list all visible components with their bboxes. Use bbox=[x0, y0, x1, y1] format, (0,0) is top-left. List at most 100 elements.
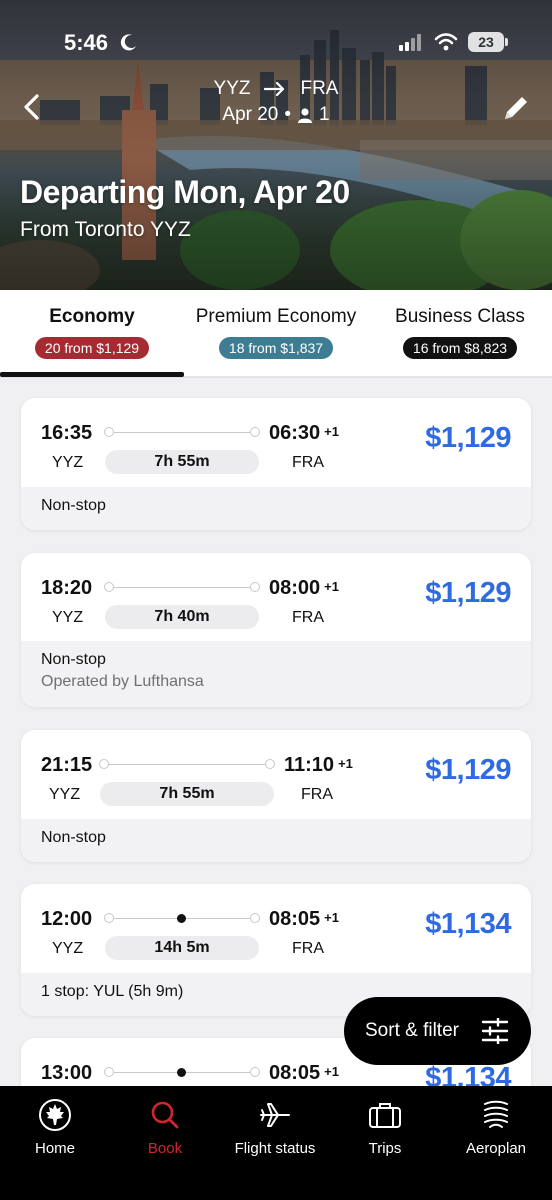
tab-business-class-label: Business Class bbox=[395, 306, 525, 327]
active-tab-indicator bbox=[0, 372, 184, 377]
stop-dot bbox=[177, 1068, 186, 1077]
flight-card[interactable]: 18:20 08:00 +1 YYZ 7h 40m FRA $1,129 Non-… bbox=[21, 553, 531, 707]
arrival-dot bbox=[250, 1067, 260, 1077]
person-icon bbox=[298, 108, 313, 123]
destination-code: FRA bbox=[300, 78, 339, 99]
tab-premium-economy[interactable]: Premium Economy 18 from $1,837 bbox=[184, 306, 368, 359]
tab-economy-label: Economy bbox=[49, 306, 135, 327]
stops-info: Non-stop bbox=[41, 829, 106, 846]
bottom-navigation: Home Book Flight status Trips Aeroplan bbox=[0, 1086, 552, 1200]
day-offset: +1 bbox=[324, 910, 339, 925]
departure-code: YYZ bbox=[52, 609, 84, 626]
maple-leaf-icon bbox=[39, 1099, 71, 1131]
arrival-time: 08:00 +1 bbox=[269, 577, 339, 599]
departure-time: 18:20 bbox=[41, 577, 93, 599]
search-icon bbox=[151, 1101, 179, 1129]
fare-price: $1,129 bbox=[425, 577, 511, 609]
departure-code: YYZ bbox=[52, 454, 84, 471]
arrival-code: FRA bbox=[292, 609, 324, 626]
passenger-count: 1 bbox=[319, 104, 330, 125]
hero-header: 5:46 23 YYZ FRA Apr 20 • 1 Departing Mon… bbox=[0, 0, 552, 290]
departure-dot bbox=[99, 759, 109, 769]
duration-badge: 14h 5m bbox=[105, 936, 259, 960]
moon-icon bbox=[120, 34, 136, 51]
departure-dot bbox=[104, 913, 114, 923]
nav-home-label: Home bbox=[34, 1140, 75, 1157]
page-subtitle: From Toronto YYZ bbox=[20, 218, 191, 241]
arrival-code: FRA bbox=[292, 454, 324, 471]
card-footer: Non-stop bbox=[21, 819, 531, 862]
nav-book-label: Book bbox=[147, 1140, 183, 1157]
card-footer: Non-stop Operated by Lufthansa bbox=[21, 641, 531, 707]
route-line bbox=[109, 764, 265, 765]
cabin-tabs: Economy 20 from $1,129 Premium Economy 1… bbox=[0, 290, 552, 378]
tab-business-class[interactable]: Business Class 16 from $8,823 bbox=[368, 306, 552, 359]
nav-flight-status-label: Flight status bbox=[234, 1140, 316, 1157]
origin-code: YYZ bbox=[213, 78, 251, 99]
tab-premium-economy-summary: 18 from $1,837 bbox=[218, 337, 334, 359]
departure-time: 13:00 bbox=[41, 1062, 93, 1084]
stop-dot bbox=[177, 914, 186, 923]
fare-price: $1,134 bbox=[425, 908, 511, 940]
route-line bbox=[114, 432, 254, 433]
battery-indicator: 23 bbox=[468, 32, 508, 52]
operated-by: Operated by Lufthansa bbox=[41, 673, 204, 690]
sort-filter-label: Sort & filter bbox=[365, 1020, 459, 1041]
suitcase-icon bbox=[369, 1103, 401, 1128]
route-summary: YYZ FRA Apr 20 • 1 bbox=[0, 78, 552, 126]
arrival-code: FRA bbox=[301, 786, 333, 803]
flight-card[interactable]: 16:35 06:30 +1 YYZ 7h 55m FRA $1,129 Non-… bbox=[21, 398, 531, 530]
day-offset: +1 bbox=[324, 424, 339, 439]
tab-business-class-summary: 16 from $8,823 bbox=[402, 337, 518, 359]
arrival-dot bbox=[250, 913, 260, 923]
departure-time: 21:15 bbox=[41, 754, 93, 776]
status-indicators: 23 bbox=[398, 32, 508, 52]
day-offset: +1 bbox=[324, 579, 339, 594]
duration-badge: 7h 55m bbox=[105, 450, 259, 474]
nav-home[interactable]: Home bbox=[0, 1098, 110, 1157]
stops-info: Non-stop bbox=[41, 651, 106, 668]
signal-icon bbox=[399, 34, 421, 51]
arrival-dot bbox=[250, 582, 260, 592]
arrow-right-icon bbox=[264, 82, 285, 96]
arrival-time: 11:10 +1 bbox=[284, 754, 353, 776]
status-time: 5:46 bbox=[64, 30, 109, 55]
tab-premium-economy-label: Premium Economy bbox=[195, 306, 357, 327]
departure-code: YYZ bbox=[52, 940, 84, 957]
nav-trips-label: Trips bbox=[368, 1140, 402, 1157]
fare-price: $1,129 bbox=[425, 422, 511, 454]
flight-card[interactable]: 21:15 11:10 +1 YYZ 7h 55m FRA $1,129 Non-… bbox=[21, 730, 531, 862]
stops-info: Non-stop bbox=[41, 497, 106, 514]
plane-icon bbox=[260, 1103, 290, 1127]
nav-aeroplan[interactable]: Aeroplan bbox=[441, 1098, 551, 1157]
travel-date: Apr 20 bbox=[222, 104, 279, 125]
nav-aeroplan-label: Aeroplan bbox=[465, 1140, 527, 1157]
page-title: Departing Mon, Apr 20 bbox=[20, 174, 350, 210]
arrival-dot bbox=[250, 427, 260, 437]
arrival-time: 08:05 +1 bbox=[269, 1062, 339, 1084]
arrival-dot bbox=[265, 759, 275, 769]
departure-time: 12:00 bbox=[41, 908, 93, 930]
fare-price: $1,129 bbox=[425, 754, 511, 786]
duration-badge: 7h 40m bbox=[105, 605, 259, 629]
arrival-code: FRA bbox=[292, 940, 324, 957]
separator-dot: • bbox=[284, 104, 292, 125]
card-footer: Non-stop bbox=[21, 487, 531, 530]
departure-dot bbox=[104, 582, 114, 592]
departure-time: 16:35 bbox=[41, 422, 93, 444]
arrival-time: 08:05 +1 bbox=[269, 908, 339, 930]
arrival-time: 06:30 +1 bbox=[269, 422, 339, 444]
sort-filter-button[interactable]: Sort & filter bbox=[344, 997, 531, 1065]
route-line bbox=[114, 587, 254, 588]
edit-icon[interactable] bbox=[500, 92, 532, 124]
nav-book[interactable]: Book bbox=[110, 1098, 220, 1157]
nav-flight-status[interactable]: Flight status bbox=[220, 1098, 330, 1157]
day-offset: +1 bbox=[338, 756, 353, 771]
departure-dot bbox=[104, 1067, 114, 1077]
tab-economy[interactable]: Economy 20 from $1,129 bbox=[0, 306, 184, 359]
aeroplan-icon bbox=[484, 1100, 508, 1128]
tab-economy-summary: 20 from $1,129 bbox=[34, 337, 150, 359]
nav-trips[interactable]: Trips bbox=[330, 1098, 440, 1157]
wifi-icon bbox=[434, 33, 458, 51]
day-offset: +1 bbox=[324, 1064, 339, 1079]
